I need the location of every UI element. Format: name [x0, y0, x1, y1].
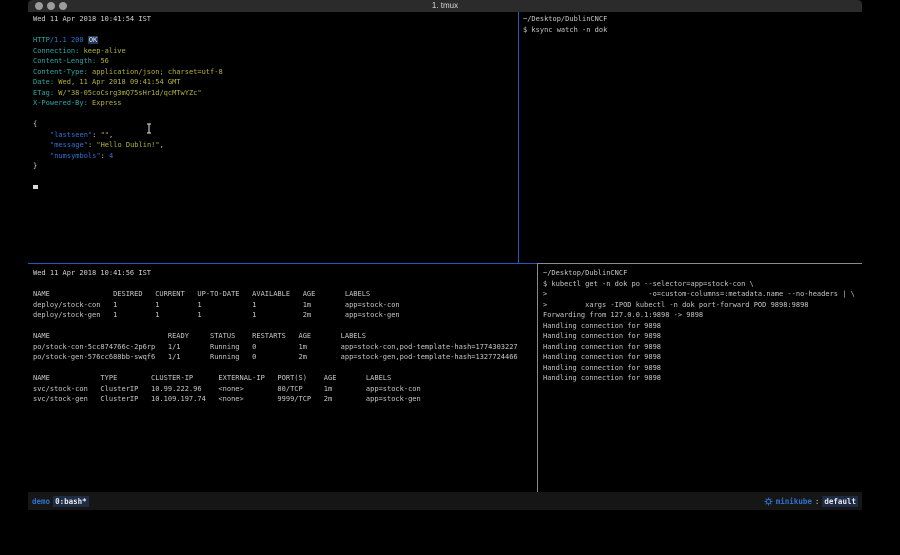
blank-line	[33, 109, 518, 120]
kube-context-colon: :	[815, 497, 820, 506]
json-value: "Hello Dublin!"	[96, 141, 159, 149]
tmux-terminal: Wed 11 Apr 2018 10:41:54 IST HTTP/1.1 20…	[28, 12, 862, 492]
json-key: "lastseen"	[50, 131, 92, 139]
header-value: application/json; charset=utf-8	[92, 68, 223, 76]
http-header-line: Connection: keep-alive	[33, 46, 518, 57]
terminal-line: Handling connection for 9898	[543, 331, 862, 342]
terminal-line: po/stock-gen-576cc688bb-swqf6 1/1 Runnin…	[33, 352, 537, 363]
text-cursor-pointer	[146, 123, 153, 134]
tmux-status-bar: demo 0:bash* minikube:default	[28, 492, 862, 510]
pane-port-forward[interactable]: ~/Desktop/DublinCNCF $ kubectl get -n do…	[539, 264, 862, 492]
json-sep: :	[92, 131, 100, 139]
terminal-line: $ ksync watch -n dok	[523, 25, 862, 36]
http-reason: OK	[88, 36, 98, 44]
status-left: demo 0:bash*	[32, 496, 89, 507]
header-value: 56	[100, 57, 108, 65]
header-name: Connection:	[33, 47, 79, 55]
terminal-line: ~/Desktop/DublinCNCF	[543, 268, 862, 279]
json-open-brace: {	[33, 119, 518, 130]
http-header-line: Content-Type: application/json; charset=…	[33, 67, 518, 78]
blank-line	[33, 172, 518, 183]
kubernetes-helm-icon	[764, 497, 773, 506]
pane-http-response[interactable]: Wed 11 Apr 2018 10:41:54 IST HTTP/1.1 20…	[28, 12, 518, 263]
header-value: W/"38-05coCsrg3mQ75sHr1d/qcMTwYZc"	[58, 89, 201, 97]
json-comma: ,	[109, 131, 113, 139]
http-status-line: HTTP/1.1 200 OK	[33, 35, 518, 46]
http-header-line: X-Powered-By: Express	[33, 98, 518, 109]
desktop-background: 1. tmux Wed 11 Apr 2018 10:41:54 IST HTT…	[0, 0, 900, 555]
header-value: Express	[92, 99, 122, 107]
pane-kubectl-resources[interactable]: Wed 11 Apr 2018 10:41:56 IST NAME DESIRE…	[28, 264, 537, 492]
prompt-line	[33, 182, 518, 193]
terminal-line	[33, 321, 537, 332]
http-version: /1.1	[50, 36, 67, 44]
header-value: Wed, 11 Apr 2018 09:41:54 GMT	[58, 78, 180, 86]
terminal-line: ~/Desktop/DublinCNCF	[523, 14, 862, 25]
terminal-line: > -o=custom-columns=:metadata.name --no-…	[543, 289, 862, 300]
json-value: ""	[101, 131, 109, 139]
terminal-line: Handling connection for 9898	[543, 342, 862, 353]
http-header-line: Date: Wed, 11 Apr 2018 09:41:54 GMT	[33, 77, 518, 88]
terminal-line: NAME TYPE CLUSTER-IP EXTERNAL-IP PORT(S)…	[33, 373, 537, 384]
terminal-line: Handling connection for 9898	[543, 373, 862, 384]
terminal-line: > xargs -IPOD kubectl -n dok port-forwar…	[543, 300, 862, 311]
blank-line	[33, 25, 518, 36]
terminal-line: Forwarding from 127.0.0.1:9898 -> 9898	[543, 310, 862, 321]
timestamp-bottom-left: Wed 11 Apr 2018 10:41:56 IST	[33, 268, 537, 279]
header-name: Date:	[33, 78, 54, 86]
terminal-line	[33, 279, 537, 290]
json-entry-message: "message": "Hello Dublin!",	[33, 140, 518, 151]
status-right: minikube:default	[764, 496, 858, 507]
terminal-line: Handling connection for 9898	[543, 352, 862, 363]
window-tab-bash[interactable]: 0:bash*	[53, 496, 89, 507]
json-entry-numsymbols: "numsymbols": 4	[33, 151, 518, 162]
header-name: Content-Type:	[33, 68, 88, 76]
terminal-line: svc/stock-con ClusterIP 10.99.222.96 <no…	[33, 384, 537, 395]
kube-context-namespace: default	[822, 496, 858, 507]
terminal-cursor	[33, 185, 38, 189]
json-close-brace: }	[33, 161, 518, 172]
json-key: "message"	[50, 141, 88, 149]
http-code: 200	[71, 36, 84, 44]
kube-context-name: minikube	[776, 497, 812, 506]
terminal-line: NAME DESIRED CURRENT UP-TO-DATE AVAILABL…	[33, 289, 537, 300]
json-sep: :	[101, 152, 109, 160]
terminal-line: svc/stock-gen ClusterIP 10.109.197.74 <n…	[33, 394, 537, 405]
terminal-line	[33, 363, 537, 374]
http-protocol: HTTP	[33, 36, 50, 44]
active-pane-divider-vertical[interactable]	[518, 12, 519, 263]
json-entry-lastseen: "lastseen": "",	[33, 130, 518, 141]
terminal-line: NAME READY STATUS RESTARTS AGE LABELS	[33, 331, 537, 342]
timestamp-top-left: Wed 11 Apr 2018 10:41:54 IST	[33, 14, 518, 25]
header-name: ETag:	[33, 89, 54, 97]
header-name: Content-Length:	[33, 57, 96, 65]
pane-divider-vertical-bottom[interactable]	[537, 264, 538, 492]
terminal-line: po/stock-con-5cc874766c-2p6rp 1/1 Runnin…	[33, 342, 537, 353]
http-header-line: Content-Length: 56	[33, 56, 518, 67]
session-name: demo	[32, 497, 50, 506]
http-header-line: ETag: W/"38-05coCsrg3mQ75sHr1d/qcMTwYZc"	[33, 88, 518, 99]
json-comma: ,	[160, 141, 164, 149]
json-value: 4	[109, 152, 113, 160]
header-value: keep-alive	[84, 47, 126, 55]
terminal-line: Handling connection for 9898	[543, 321, 862, 332]
window-titlebar[interactable]: 1. tmux	[28, 0, 862, 12]
terminal-line: deploy/stock-con 1 1 1 1 1m app=stock-co…	[33, 300, 537, 311]
json-key: "numsymbols"	[50, 152, 101, 160]
terminal-window: 1. tmux Wed 11 Apr 2018 10:41:54 IST HTT…	[28, 0, 862, 510]
terminal-line: Handling connection for 9898	[543, 363, 862, 374]
window-title: 1. tmux	[28, 1, 862, 10]
pane-ksync-watch[interactable]: ~/Desktop/DublinCNCF $ ksync watch -n do…	[520, 12, 862, 263]
terminal-line: deploy/stock-gen 1 1 1 1 2m app=stock-ge…	[33, 310, 537, 321]
terminal-line: $ kubectl get -n dok po --selector=app=s…	[543, 279, 862, 290]
header-name: X-Powered-By:	[33, 99, 88, 107]
